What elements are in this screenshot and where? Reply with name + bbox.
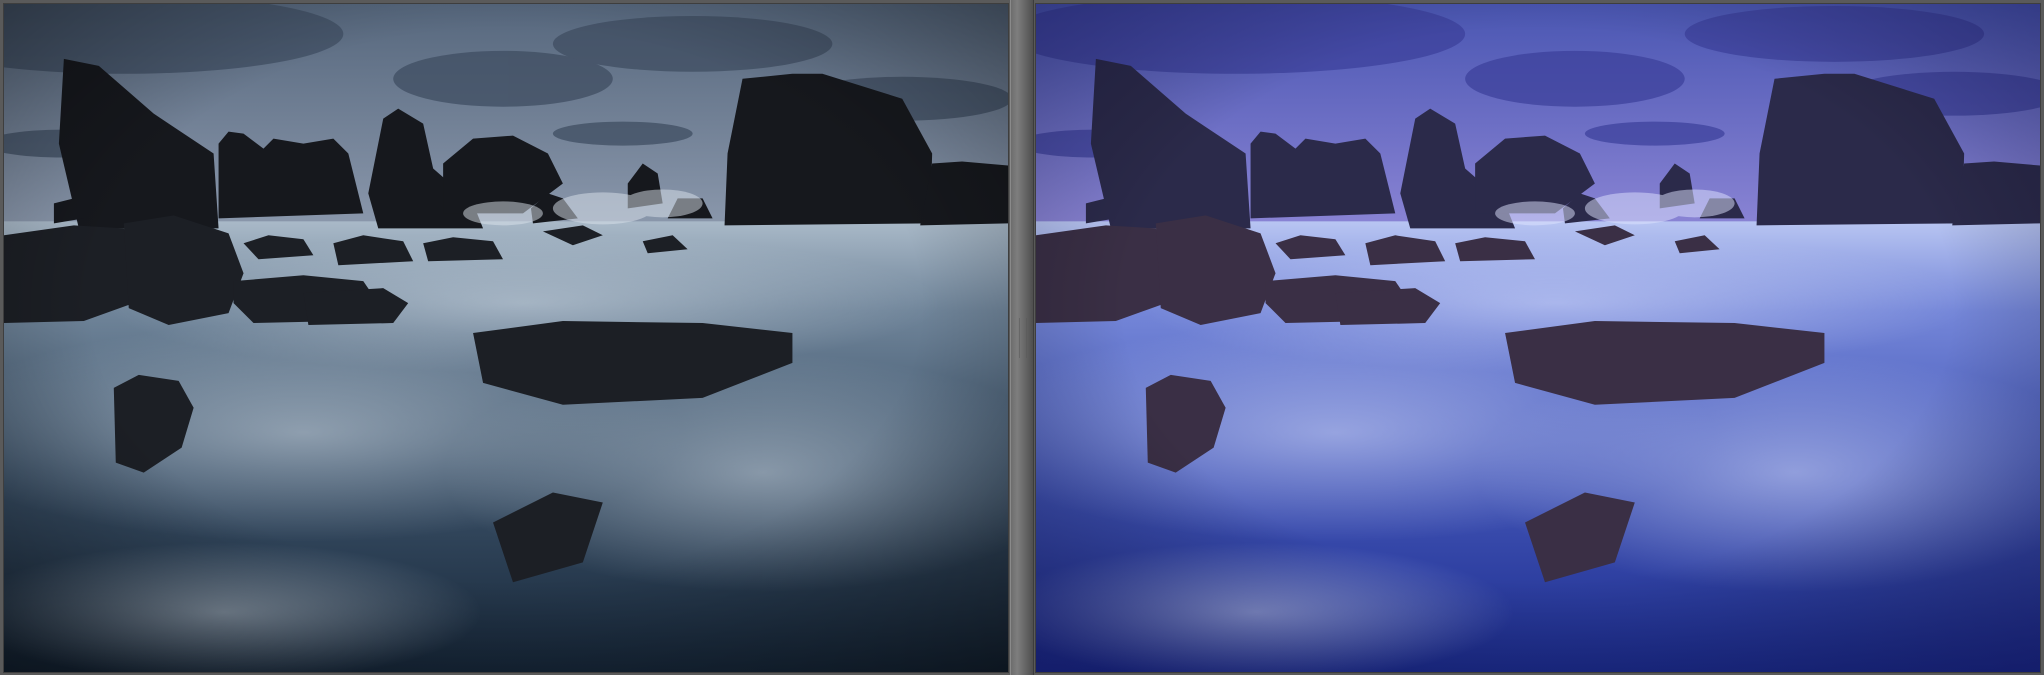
- after-photo: [1036, 4, 2040, 672]
- before-image-panel[interactable]: [3, 3, 1009, 673]
- after-image-panel[interactable]: [1035, 3, 2041, 673]
- split-divider-handle[interactable]: [1010, 0, 1034, 675]
- before-after-viewer: [0, 0, 2044, 675]
- before-photo: [4, 4, 1008, 672]
- divider-grip-icon[interactable]: [1019, 318, 1027, 358]
